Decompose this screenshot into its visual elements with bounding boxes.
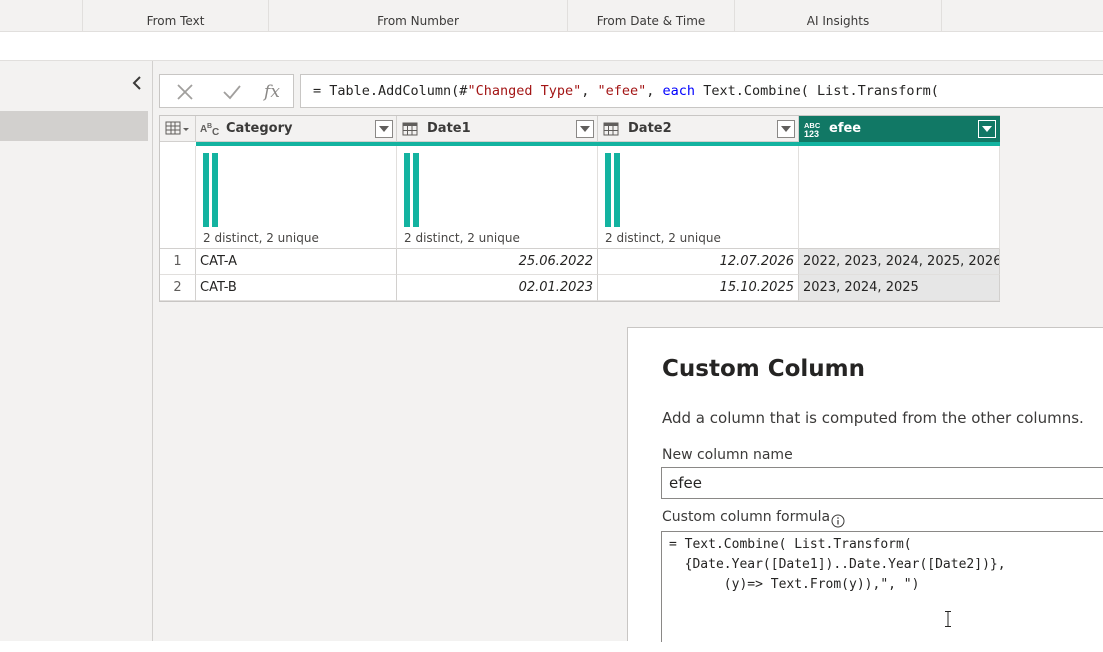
table-cell[interactable]: CAT-B <box>196 275 397 301</box>
formula-string: "Changed Type" <box>467 83 582 99</box>
table-cell[interactable]: 15.10.2025 <box>598 275 799 301</box>
selected-query-item[interactable] <box>0 111 148 141</box>
commit-formula-button[interactable] <box>220 81 244 103</box>
chevron-left-icon <box>132 76 141 90</box>
table-cell[interactable]: CAT-A <box>196 249 397 275</box>
column-filter-button[interactable] <box>576 120 594 138</box>
column-filter-button[interactable] <box>978 120 996 138</box>
collapse-pane-button[interactable] <box>128 73 146 93</box>
info-icon[interactable] <box>831 513 845 528</box>
column-distribution-category: 2 distinct, 2 unique <box>196 146 397 249</box>
custom-column-dialog: Custom Column Add a column that is compu… <box>627 327 1103 642</box>
formula-text: = Table.AddColumn(# <box>313 83 468 99</box>
ribbon-spacer <box>0 32 1103 61</box>
fx-button[interactable]: fx <box>260 81 284 103</box>
status-strip <box>0 641 1103 652</box>
formula-line: {Date.Year([Date1])..Date.Year([Date2])}… <box>669 557 1006 572</box>
column-name: efee <box>829 121 862 136</box>
formula-bar-buttons: fx <box>159 74 294 108</box>
column-filter-button[interactable] <box>777 120 795 138</box>
data-grid: A B C Category Date1 Date2 ABC 123 efee … <box>159 115 1000 302</box>
ribbon-group-from-date-time[interactable]: From Date & Time <box>567 0 734 32</box>
row-number[interactable]: 1 <box>160 249 196 275</box>
text-type-icon[interactable]: A B C <box>200 121 220 138</box>
ribbon-group-from-number[interactable]: From Number <box>268 0 567 32</box>
table-cell[interactable]: 02.01.2023 <box>397 275 598 301</box>
new-column-name-label: New column name <box>662 447 793 463</box>
ribbon-group-label: AI Insights <box>806 14 870 28</box>
custom-column-formula-input[interactable]: = Text.Combine( List.Transform( {Date.Ye… <box>661 531 1103 642</box>
column-name: Category <box>226 121 293 136</box>
formula-keyword: each <box>662 83 696 99</box>
dialog-title: Custom Column <box>662 356 865 382</box>
column-distribution-date2: 2 distinct, 2 unique <box>598 146 799 249</box>
column-distribution-date1: 2 distinct, 2 unique <box>397 146 598 249</box>
distribution-bar[interactable] <box>212 153 218 227</box>
x-icon <box>177 84 193 100</box>
formula-text: Text.Combine( List.Transform( <box>695 83 939 99</box>
table-menu-button[interactable] <box>160 116 196 142</box>
column-header-date1[interactable]: Date1 <box>397 116 598 142</box>
chevron-down-icon <box>580 126 590 132</box>
column-header-date2[interactable]: Date2 <box>598 116 799 142</box>
chevron-down-icon <box>982 126 992 132</box>
column-distribution-efee <box>799 146 1000 249</box>
svg-text:123: 123 <box>804 129 819 139</box>
column-name: Date2 <box>628 121 672 136</box>
formula-bar-input[interactable]: = Table.AddColumn(#"Changed Type", "efee… <box>300 74 1103 108</box>
ribbon-group-label: From Text <box>146 14 205 28</box>
distribution-bar[interactable] <box>605 153 611 227</box>
column-filter-button[interactable] <box>375 120 393 138</box>
distribution-bar[interactable] <box>413 153 419 227</box>
column-header-efee[interactable]: ABC 123 efee <box>799 116 1000 142</box>
fx-icon: fx <box>264 82 280 102</box>
chevron-down-icon <box>781 126 791 132</box>
calendar-type-icon[interactable] <box>602 121 622 137</box>
formula-line: (y)=> Text.From(y)),", ") <box>669 577 920 592</box>
any-type-icon[interactable]: ABC 123 <box>803 121 823 139</box>
check-icon <box>223 85 241 100</box>
table-cell[interactable]: 12.07.2026 <box>598 249 799 275</box>
distribution-bar[interactable] <box>614 153 620 227</box>
text-cursor-icon <box>945 611 951 627</box>
cancel-formula-button[interactable] <box>173 81 197 103</box>
svg-text:C: C <box>212 127 219 137</box>
ribbon-group-ai-insights[interactable]: AI Insights <box>734 0 942 32</box>
column-header-category[interactable]: A B C Category <box>196 116 397 142</box>
ribbon-group-label: From Number <box>377 14 459 28</box>
distribution-stat: 2 distinct, 2 unique <box>605 231 721 245</box>
distribution-bar[interactable] <box>404 153 410 227</box>
calendar-type-icon[interactable] <box>401 121 421 137</box>
queries-pane <box>0 61 153 641</box>
dialog-description: Add a column that is computed from the o… <box>662 409 1084 427</box>
ribbon-group-label: From Date & Time <box>596 14 706 28</box>
table-cell[interactable]: 2022, 2023, 2024, 2025, 2026 <box>799 249 1000 275</box>
formula-text: , <box>581 83 598 99</box>
ribbon-group-from-text[interactable]: From Text <box>82 0 268 32</box>
new-column-name-input[interactable]: efee <box>661 467 1103 499</box>
distribution-stat: 2 distinct, 2 unique <box>404 231 520 245</box>
chevron-down-icon <box>379 126 389 132</box>
row-number[interactable]: 2 <box>160 275 196 301</box>
formula-string: "efee" <box>597 83 647 99</box>
formula-line: = Text.Combine( List.Transform( <box>669 537 912 552</box>
table-cell[interactable]: 25.06.2022 <box>397 249 598 275</box>
column-name: Date1 <box>427 121 471 136</box>
formula-text: , <box>646 83 663 99</box>
profile-gutter <box>160 146 196 249</box>
ribbon: From Text From Number From Date & Time A… <box>0 0 1103 32</box>
distribution-stat: 2 distinct, 2 unique <box>203 231 319 245</box>
custom-column-formula-label: Custom column formula <box>662 509 831 525</box>
table-icon <box>165 121 189 135</box>
table-cell[interactable]: 2023, 2024, 2025 <box>799 275 1000 301</box>
distribution-bar[interactable] <box>203 153 209 227</box>
